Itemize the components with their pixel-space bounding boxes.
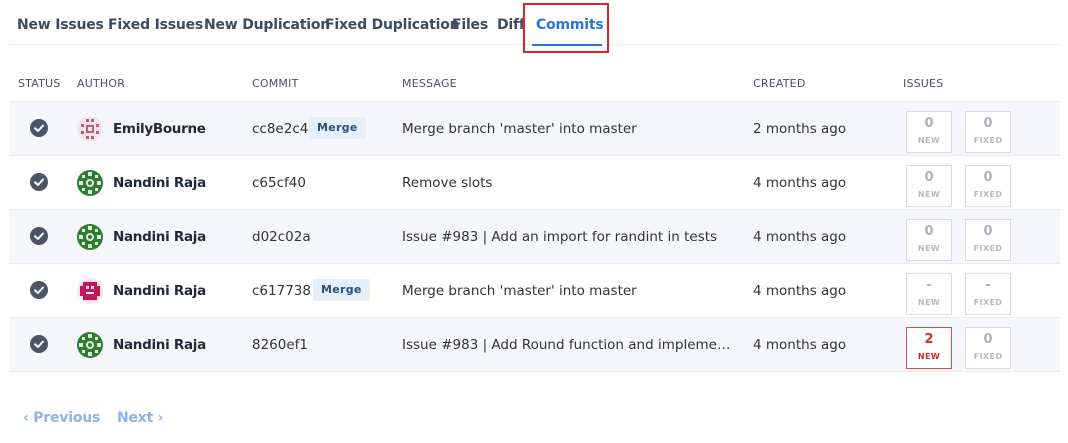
commit-sha[interactable]: 8260ef1 <box>252 337 308 353</box>
commit-created: 4 months ago <box>753 175 847 191</box>
new-issues-number: - <box>926 278 932 293</box>
column-header-commit: COMMIT <box>252 77 299 90</box>
check-circle-icon <box>30 227 48 245</box>
commit-author[interactable]: Nandini Raja <box>113 337 206 353</box>
tab-fixed-issues[interactable]: Fixed Issues <box>108 17 203 33</box>
column-header-status: STATUS <box>18 77 61 90</box>
check-circle-icon <box>30 119 48 137</box>
new-issues-count[interactable]: 2 NEW <box>906 327 952 369</box>
new-issues-number: 0 <box>924 170 934 185</box>
column-header-issues: ISSUES <box>903 77 944 90</box>
new-issues-count[interactable]: 0 NEW <box>906 165 952 207</box>
avatar <box>77 116 103 142</box>
commit-author[interactable]: Nandini Raja <box>113 283 206 299</box>
fixed-issues-number: 0 <box>983 224 993 239</box>
fixed-issues-label: FIXED <box>973 244 1003 253</box>
commit-sha[interactable]: c617738 <box>252 283 311 299</box>
tab-new-duplication[interactable]: New Duplication <box>204 17 330 33</box>
new-issues-label: NEW <box>917 190 941 199</box>
commit-created: 4 months ago <box>753 337 847 353</box>
commit-message[interactable]: Remove slots <box>402 175 738 191</box>
table-row[interactable]: Nandini Raja d02c02a Issue #983 | Add an… <box>9 210 1060 264</box>
column-header-message: MESSAGE <box>402 77 457 90</box>
fixed-issues-count[interactable]: - FIXED <box>965 273 1011 315</box>
commit-author[interactable]: Nandini Raja <box>113 175 206 191</box>
table-row[interactable]: Nandini Raja c617738 Merge Merge branch … <box>9 264 1060 318</box>
fixed-issues-count[interactable]: 0 FIXED <box>965 165 1011 207</box>
merge-badge: Merge <box>313 279 370 301</box>
new-issues-label: NEW <box>917 136 941 145</box>
fixed-issues-count[interactable]: 0 FIXED <box>965 219 1011 261</box>
check-circle-icon <box>30 335 48 353</box>
fixed-issues-label: FIXED <box>973 298 1003 307</box>
tab-new-issues[interactable]: New Issues <box>17 17 104 33</box>
check-circle-icon <box>30 281 48 299</box>
commit-sha[interactable]: d02c02a <box>252 229 311 245</box>
fixed-issues-label: FIXED <box>973 136 1003 145</box>
column-header-created: CREATED <box>753 77 806 90</box>
fixed-issues-number: 0 <box>983 116 993 131</box>
new-issues-label: NEW <box>917 352 941 361</box>
tab-fixed-duplication[interactable]: Fixed Duplication <box>325 17 460 33</box>
new-issues-number: 0 <box>924 224 934 239</box>
tab-diff[interactable]: Diff <box>497 17 525 33</box>
fixed-issues-count[interactable]: 0 FIXED <box>965 111 1011 153</box>
highlight-outline <box>523 3 609 53</box>
commit-author[interactable]: Nandini Raja <box>113 229 206 245</box>
commit-message[interactable]: Merge branch 'master' into master <box>402 121 738 137</box>
avatar <box>77 224 103 250</box>
table-row[interactable]: Nandini Raja 8260ef1 Issue #983 | Add Ro… <box>9 318 1060 372</box>
commit-message[interactable]: Issue #983 | Add an import for randint i… <box>402 229 738 245</box>
new-issues-count[interactable]: 0 NEW <box>906 219 952 261</box>
commit-sha[interactable]: c65cf40 <box>252 175 306 191</box>
fixed-issues-label: FIXED <box>973 352 1003 361</box>
commit-created: 4 months ago <box>753 229 847 245</box>
avatar <box>77 332 103 358</box>
previous-page-link[interactable]: ‹ Previous <box>23 410 100 426</box>
column-header-author: AUTHOR <box>77 77 126 90</box>
new-issues-number: 2 <box>924 332 934 347</box>
new-issues-label: NEW <box>917 244 941 253</box>
avatar <box>77 170 103 196</box>
commit-created: 2 months ago <box>753 121 847 137</box>
table-row[interactable]: Nandini Raja c65cf40 Remove slots 4 mont… <box>9 156 1060 210</box>
merge-badge: Merge <box>309 117 366 139</box>
new-issues-number: 0 <box>924 116 934 131</box>
fixed-issues-number: 0 <box>983 332 993 347</box>
commit-author[interactable]: EmilyBourne <box>113 121 206 137</box>
commit-message[interactable]: Merge branch 'master' into master <box>402 283 738 299</box>
new-issues-label: NEW <box>917 298 941 307</box>
new-issues-count[interactable]: 0 NEW <box>906 111 952 153</box>
next-page-link[interactable]: Next › <box>117 410 164 426</box>
fixed-issues-number: 0 <box>983 170 993 185</box>
commit-sha[interactable]: cc8e2c4 <box>252 121 308 137</box>
tab-files[interactable]: Files <box>452 17 488 33</box>
table-row[interactable]: EmilyBourne cc8e2c4 Merge Merge branch '… <box>9 102 1060 156</box>
fixed-issues-label: FIXED <box>973 190 1003 199</box>
fixed-issues-count[interactable]: 0 FIXED <box>965 327 1011 369</box>
check-circle-icon <box>30 173 48 191</box>
avatar <box>77 278 103 304</box>
commit-created: 4 months ago <box>753 283 847 299</box>
fixed-issues-number: - <box>985 278 991 293</box>
commit-message[interactable]: Issue #983 | Add Round function and impl… <box>402 337 738 353</box>
new-issues-count[interactable]: - NEW <box>906 273 952 315</box>
